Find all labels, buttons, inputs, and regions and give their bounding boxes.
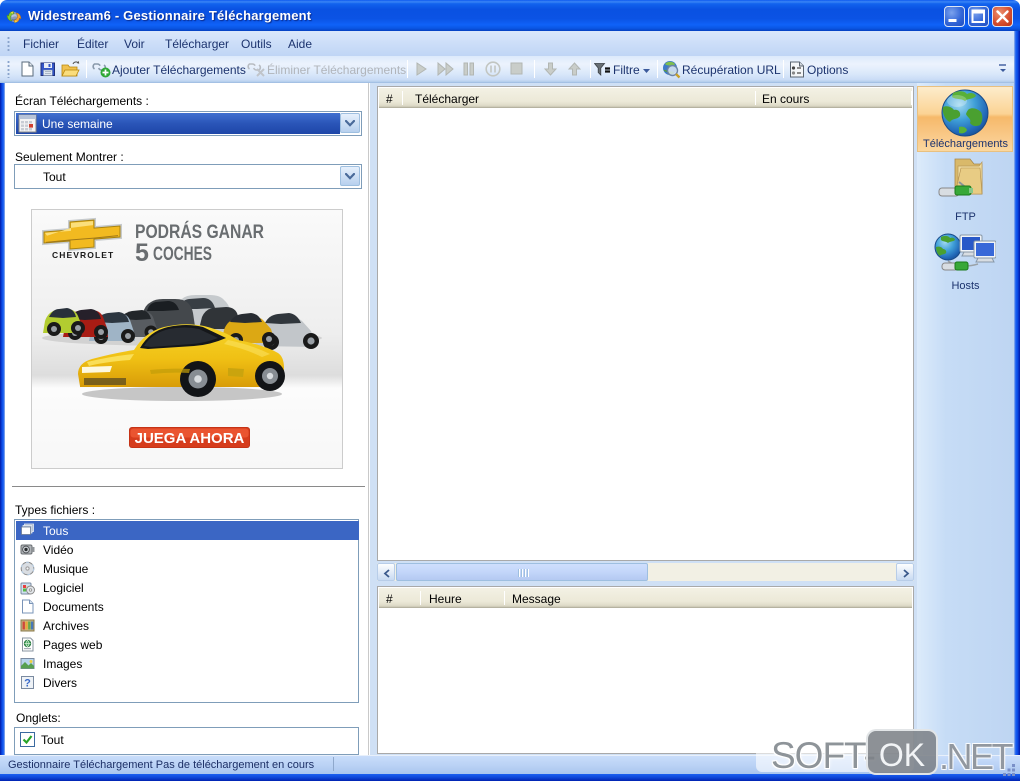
svg-text:?: ? [24, 678, 31, 690]
svg-text:CHEVROLET: CHEVROLET [52, 250, 114, 260]
svg-text:COCHES: COCHES [153, 244, 212, 265]
svg-text:JUEGA AHORA: JUEGA AHORA [135, 430, 245, 447]
svg-text:PODRÁS GANAR: PODRÁS GANAR [135, 221, 264, 243]
svg-text:5: 5 [135, 239, 149, 267]
